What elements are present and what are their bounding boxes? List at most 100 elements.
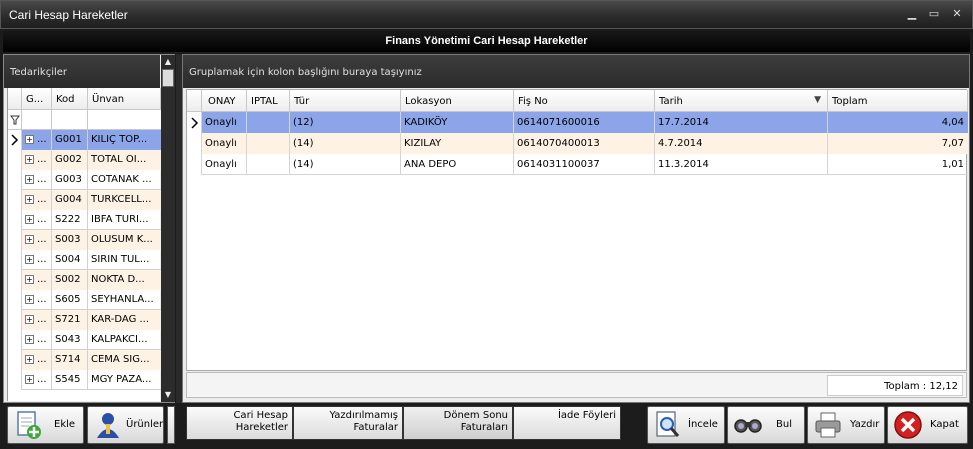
user-icon	[97, 413, 119, 438]
expand-plus-icon[interactable]: +	[25, 274, 34, 284]
table-row[interactable]: +... S222 IBFA TURI...	[8, 210, 161, 230]
expand-plus-icon[interactable]: +	[25, 354, 34, 364]
expand-plus-icon[interactable]: +	[25, 374, 34, 384]
unvan-cell: MGY PAZA...	[91, 374, 152, 385]
expand-cell[interactable]: +...	[22, 230, 52, 250]
unvan-cell: NOKTA D...	[88, 270, 161, 290]
tab-label-line1: İade Föyleri	[557, 410, 616, 421]
table-row[interactable]: +... G001 KILIÇ TOP...	[8, 130, 161, 150]
table-row[interactable]: +... G002 TOTAL OI...	[8, 150, 161, 170]
expand-cell[interactable]: +...	[22, 210, 52, 230]
column-header-kod[interactable]: Kod	[52, 88, 88, 110]
column-header-lokasyon[interactable]: Lokasyon	[401, 90, 514, 112]
tur-cell: (12)	[290, 112, 401, 133]
filter-cell[interactable]	[88, 110, 161, 130]
expand-plus-icon[interactable]: +	[25, 214, 34, 224]
table-row[interactable]: Onaylı (14) ANA DEPO 0614031100037 11.3.2014…	[187, 154, 968, 175]
iptal-cell	[247, 112, 290, 133]
expand-plus-icon[interactable]: +	[25, 174, 34, 184]
expand-cell[interactable]: +...	[22, 350, 52, 370]
lokasyon-cell: KADIKÖY	[401, 112, 514, 133]
scroll-up-icon[interactable]: ▲	[161, 55, 175, 69]
fisno-cell: 0614071600016	[514, 112, 655, 133]
group-cell: ...	[37, 134, 47, 145]
table-row[interactable]: Onaylı (14) KIZILAY 0614070400013 4.7.2014 7,…	[187, 133, 968, 154]
filter-cell[interactable]	[52, 110, 88, 130]
tur-cell: (14)	[290, 133, 401, 154]
add-button[interactable]: Ekle	[7, 406, 84, 444]
window-title: Cari Hesap Hareketler	[9, 8, 128, 22]
table-row[interactable]: +... S004 SIRIN TUL...	[8, 250, 161, 270]
grid-footer: Toplam : 12,12	[186, 372, 967, 398]
table-row[interactable]: Onaylı (12) KADIKÖY 0614071600016 17.7.2014 4…	[187, 112, 968, 133]
expand-cell[interactable]: +...	[22, 330, 52, 350]
print-button[interactable]: Yazdır	[807, 406, 885, 444]
expand-cell[interactable]: +...	[22, 310, 52, 330]
expand-plus-icon[interactable]: +	[25, 334, 34, 344]
kod-cell: S545	[52, 370, 88, 390]
table-row[interactable]: +... S043 KALPAKCI...	[8, 330, 161, 350]
expand-plus-icon[interactable]: +	[25, 194, 34, 204]
iptal-cell	[247, 133, 290, 154]
row-indicator	[8, 190, 22, 210]
expand-cell[interactable]: +...	[22, 250, 52, 270]
table-row[interactable]: +... S003 OLUSUM K...	[8, 230, 161, 250]
expand-cell[interactable]: +...	[22, 290, 52, 310]
vertical-scrollbar[interactable]: ▲ ▼	[161, 55, 175, 402]
tab-label-line2: Faturalar	[353, 422, 398, 433]
expand-plus-icon[interactable]: +	[25, 294, 34, 304]
scroll-down-icon[interactable]: ▼	[161, 388, 175, 402]
column-header-fisno[interactable]: Fiş No	[514, 90, 655, 112]
tab-label-line1: Dönem Sonu	[443, 410, 508, 421]
tur-cell: (14)	[290, 154, 401, 175]
expand-cell[interactable]: +...	[22, 370, 52, 390]
unvan-cell: TURKCELL...	[88, 190, 161, 210]
expand-cell[interactable]: +...	[22, 130, 52, 150]
tab-yazdirilmamis-faturalar[interactable]: Yazdırılmamış Faturalar	[293, 406, 403, 440]
tab-cari-hesap-hareketler[interactable]: Cari Hesap Hareketler	[186, 406, 293, 440]
table-row[interactable]: +... S721 KAR-DAG ...	[8, 310, 161, 330]
column-header-group[interactable]: G...	[22, 88, 52, 110]
minimize-icon[interactable]: ▁	[904, 7, 920, 21]
kod-cell: S605	[52, 290, 88, 310]
expand-plus-icon[interactable]: +	[25, 134, 34, 144]
products-button[interactable]: Ürünler	[87, 406, 164, 444]
suppliers-grid: G... Kod Ünvan +... G001 KILIÇ TOP... +... G…	[7, 88, 161, 401]
filter-cell[interactable]	[22, 110, 52, 130]
expand-cell[interactable]: +...	[22, 150, 52, 170]
table-row[interactable]: +... S605 SEYHANLA...	[8, 290, 161, 310]
scroll-thumb[interactable]	[162, 69, 174, 87]
table-row[interactable]: +... G003 COTANAK ...	[8, 170, 161, 190]
expand-plus-icon[interactable]: +	[25, 234, 34, 244]
close-icon[interactable]: ✕	[949, 7, 965, 21]
expand-plus-icon[interactable]: +	[25, 154, 34, 164]
filter-icon[interactable]	[8, 110, 22, 130]
column-header-tarih[interactable]: Tarih ▼	[655, 90, 828, 112]
button-edge	[167, 406, 175, 444]
table-row[interactable]: +... G004 TURKCELL...	[8, 190, 161, 210]
tab-donem-sonu-faturalari[interactable]: Dönem Sonu Faturaları	[403, 406, 513, 440]
inspect-button[interactable]: İncele	[647, 406, 725, 444]
kod-cell: S002	[52, 270, 88, 290]
tab-iade-foyleri[interactable]: İade Föyleri	[513, 406, 621, 440]
expand-cell[interactable]: +...	[22, 170, 52, 190]
group-cell: ...	[37, 274, 47, 285]
table-row[interactable]: +... S545 MGY PAZA...	[8, 370, 161, 390]
expand-plus-icon[interactable]: +	[25, 314, 34, 324]
column-header-unvan[interactable]: Ünvan	[88, 88, 161, 110]
onay-cell: Onaylı	[202, 154, 247, 175]
column-header-onay[interactable]: ONAY	[202, 90, 247, 112]
row-indicator	[187, 154, 202, 175]
expand-plus-icon[interactable]: +	[25, 254, 34, 264]
expand-cell[interactable]: +...	[22, 270, 52, 290]
close-button[interactable]: Kapat	[887, 406, 968, 444]
column-header-toplam[interactable]: Toplam	[828, 90, 968, 112]
table-row[interactable]: +... S002 NOKTA D...	[8, 270, 161, 290]
table-row[interactable]: +... S714 CEMA SIG...	[8, 350, 161, 370]
column-header-iptal[interactable]: IPTAL	[247, 90, 290, 112]
maximize-icon[interactable]: ▭	[926, 7, 942, 21]
find-button[interactable]: Bul	[727, 406, 805, 444]
column-header-tur[interactable]: Tür	[290, 90, 401, 112]
expand-cell[interactable]: +...	[22, 190, 52, 210]
group-by-area[interactable]: Gruplamak için kolon başlığını buraya ta…	[183, 55, 969, 88]
